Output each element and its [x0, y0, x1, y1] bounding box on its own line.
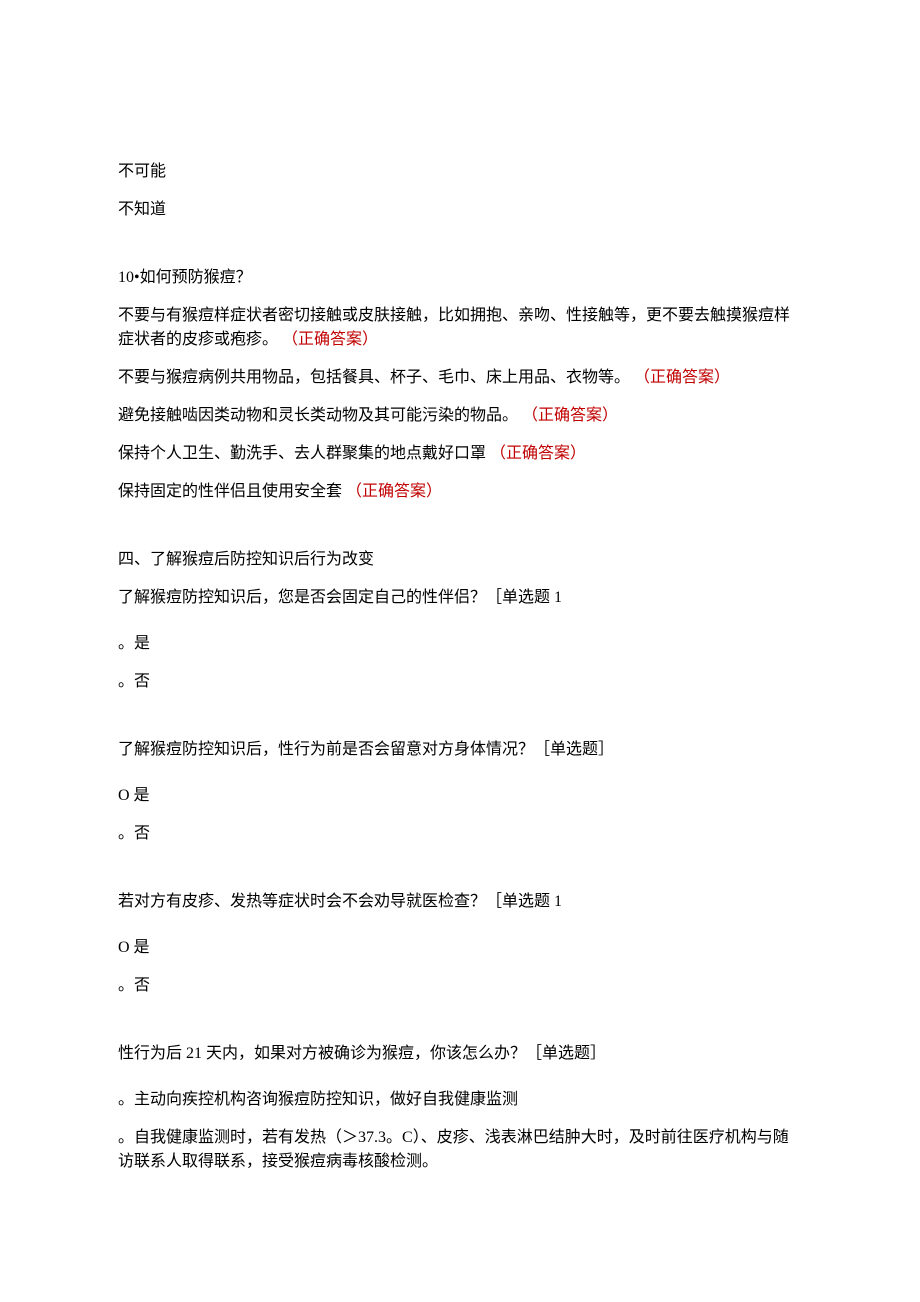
- q10-a3-mark-open: （正确: [522, 407, 570, 424]
- q10-answer-2: 不要与猴痘病例共用物品，包括餐具、杯子、毛巾、床上用品、衣物等。 （正确答案）: [118, 366, 802, 390]
- s4-q4-opt1: 。主动向疾控机构咨询猴痘防控知识，做好自我健康监测: [118, 1088, 802, 1112]
- q10-a5-mark-bold: 答案）: [394, 483, 442, 500]
- q10-a4-text: 保持个人卫生、勤洗手、去人群聚集的地点戴好口罩: [118, 445, 486, 462]
- q10-answer-5: 保持固定的性伴侣且使用安全套 （正确答案）: [118, 480, 802, 504]
- s4-q3-opt2: 。否: [118, 974, 802, 998]
- q10-title: 10•如何预防猴痘？: [118, 266, 802, 290]
- q10-a3-text: 避免接触啮因类动物和灵长类动物及其可能污染的物品。: [118, 407, 518, 424]
- section4-heading: 四、了解猴痘后防控知识后行为改变: [118, 548, 802, 572]
- q10-answer-1: 不要与有猴痘样症状者密切接触或皮肤接触，比如拥抱、亲吻、性接触等，更不要去触摸猴…: [118, 304, 802, 352]
- q10-a2-text: 不要与猴痘病例共用物品，包括餐具、杯子、毛巾、床上用品、衣物等。: [118, 369, 630, 386]
- q10-a1-text: 不要与有猴痘样症状者密切接触或皮肤接触，比如拥抱、亲吻、性接触等，更不要去触摸猴…: [118, 307, 790, 348]
- s4-q2-opt1: O 是: [118, 784, 802, 808]
- q10-a4-mark-open: （正确: [490, 445, 538, 462]
- q10-a2-mark-bold: 答案）: [682, 369, 730, 386]
- q10-a1-mark-open: （正确: [282, 331, 330, 348]
- s4-q4-opt2-b: 我健康: [150, 1129, 198, 1146]
- s4-q4-opt2-c: 监测时，若有发热（＞37.3。C）、皮疹、浅表淋巴结肿大时，及时前往医疗机构与随…: [118, 1129, 789, 1170]
- q10-a4-mark-bold: 答案）: [538, 445, 586, 462]
- s4-q4-title: 性行为后 21 天内，如果对方被确诊为猴痘，你该怎么办？［单选题］: [118, 1042, 802, 1066]
- q10-answer-4: 保持个人卫生、勤洗手、去人群聚集的地点戴好口罩 （正确答案）: [118, 442, 802, 466]
- q10-a2-mark-open: （正确: [634, 369, 682, 386]
- q10-a3-mark-bold: 答案）: [570, 407, 618, 424]
- document-page: 不可能 不知道 10•如何预防猴痘？ 不要与有猴痘样症状者密切接触或皮肤接触，比…: [0, 0, 920, 1302]
- s4-q1-opt1: 。是: [118, 632, 802, 656]
- q10-a5-text: 保持固定的性伴侣且使用安全套: [118, 483, 342, 500]
- s4-q2-title: 了解猴痘防控知识后，性行为前是否会留意对方身体情况？［单选题］: [118, 738, 802, 762]
- s4-q2-opt2: 。否: [118, 822, 802, 846]
- s4-q3-title: 若对方有皮疹、发热等症状时会不会劝导就医检查？［单选题 1: [118, 890, 802, 914]
- s4-q4-opt2-a: 。自: [118, 1129, 150, 1146]
- intro-option-1: 不可能: [118, 160, 802, 184]
- s4-q3-opt1: O 是: [118, 936, 802, 960]
- s4-q1-title: 了解猴痘防控知识后，您是否会固定自己的性伴侣？［单选题 1: [118, 586, 802, 610]
- q10-a5-mark-open: （正确: [346, 483, 394, 500]
- q10-a1-mark-bold: 答案）: [330, 331, 378, 348]
- s4-q4-opt2: 。自我健康监测时，若有发热（＞37.3。C）、皮疹、浅表淋巴结肿大时，及时前往医…: [118, 1126, 802, 1174]
- q10-answer-3: 避免接触啮因类动物和灵长类动物及其可能污染的物品。 （正确答案）: [118, 404, 802, 428]
- s4-q1-opt2: 。否: [118, 670, 802, 694]
- intro-option-2: 不知道: [118, 198, 802, 222]
